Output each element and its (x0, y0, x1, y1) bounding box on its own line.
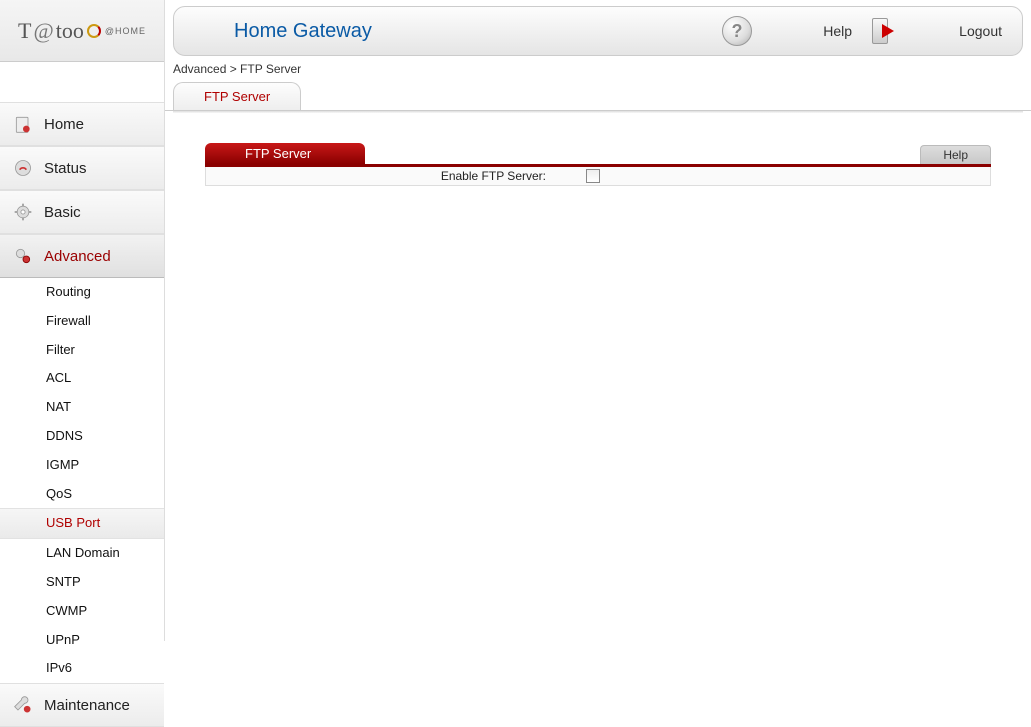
sidebar-subitem-ipv6[interactable]: IPv6 (0, 654, 164, 683)
content-panel: FTP Server Help Enable FTP Server: (165, 113, 1031, 216)
sidebar-item-maintenance[interactable]: Maintenance (0, 683, 164, 727)
home-icon (12, 113, 34, 135)
sidebar-item-home[interactable]: Home (0, 102, 164, 146)
logo-home-label: @HOME (105, 26, 146, 36)
logo-swirl-icon (87, 24, 101, 38)
advanced-subitems: RoutingFirewallFilterACLNATDDNSIGMPQoSUS… (0, 278, 164, 683)
enable-ftp-row: Enable FTP Server: (205, 167, 991, 186)
wrench-icon (12, 694, 34, 716)
logout-button[interactable]: Logout (872, 18, 1002, 44)
panel-title: FTP Server (205, 143, 365, 164)
logo-text-prefix: T (18, 18, 31, 44)
help-icon: ? (722, 16, 752, 46)
sidebar-subitem-acl[interactable]: ACL (0, 364, 164, 393)
header-bar: Home Gateway ? Help Logout (173, 6, 1023, 56)
sidebar: T@too @HOME Home Status Basic (0, 0, 165, 641)
logout-icon (872, 18, 902, 44)
sidebar-item-label: Status (44, 160, 87, 177)
sidebar-subitem-routing[interactable]: Routing (0, 278, 164, 307)
sidebar-item-label: Maintenance (44, 697, 130, 714)
sidebar-item-status[interactable]: Status (0, 146, 164, 190)
logo-text-mid: too (56, 18, 84, 44)
logout-label: Logout (912, 23, 1002, 39)
panel-help-button[interactable]: Help (920, 145, 991, 164)
gear-icon (12, 201, 34, 223)
enable-ftp-label: Enable FTP Server: (216, 169, 546, 183)
sidebar-subitem-qos[interactable]: QoS (0, 480, 164, 509)
sidebar-subitem-filter[interactable]: Filter (0, 336, 164, 365)
status-icon (12, 157, 34, 179)
main-area: Home Gateway ? Help Logout Advanced > FT… (165, 0, 1031, 641)
gears-icon (12, 245, 34, 267)
sidebar-subitem-lan-domain[interactable]: LAN Domain (0, 539, 164, 568)
sidebar-subitem-igmp[interactable]: IGMP (0, 451, 164, 480)
sidebar-subitem-usb-port[interactable]: USB Port (0, 508, 164, 539)
page-title: Home Gateway (234, 20, 702, 43)
logo-at: @ (33, 18, 53, 44)
sidebar-subitem-sntp[interactable]: SNTP (0, 568, 164, 597)
help-label: Help (762, 23, 852, 39)
tab-row: FTP Server (165, 82, 1031, 111)
sidebar-subitem-nat[interactable]: NAT (0, 393, 164, 422)
sidebar-item-advanced[interactable]: Advanced (0, 234, 164, 278)
enable-ftp-checkbox[interactable] (586, 169, 600, 183)
sidebar-item-label: Advanced (44, 248, 111, 265)
brand-logo: T@too @HOME (18, 18, 146, 44)
logo-area: T@too @HOME (0, 0, 164, 62)
sidebar-subitem-firewall[interactable]: Firewall (0, 307, 164, 336)
help-button[interactable]: ? Help (722, 16, 852, 46)
sidebar-subitem-ddns[interactable]: DDNS (0, 422, 164, 451)
sidebar-item-basic[interactable]: Basic (0, 190, 164, 234)
sidebar-item-label: Home (44, 116, 84, 133)
sidebar-item-label: Basic (44, 204, 81, 221)
breadcrumb: Advanced > FTP Server (165, 56, 1031, 82)
sidebar-subitem-cwmp[interactable]: CWMP (0, 597, 164, 626)
sidebar-subitem-upnp[interactable]: UPnP (0, 626, 164, 655)
tab-ftp-server[interactable]: FTP Server (173, 82, 301, 110)
